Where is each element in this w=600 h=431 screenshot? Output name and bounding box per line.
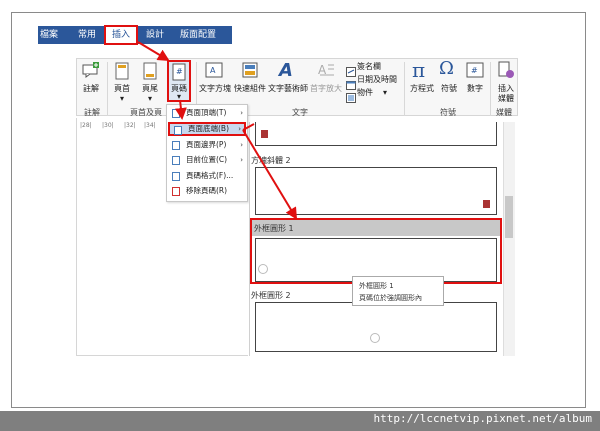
- arrow-to-menu: [174, 99, 187, 120]
- callout-arrows: [137, 41, 298, 220]
- watermark-url: http://lccnetvip.pixnet.net/album: [373, 412, 592, 425]
- arrow-segment: [242, 123, 255, 131]
- arrow-to-gallery: [242, 129, 298, 220]
- arrow-to-page-number: [137, 41, 170, 62]
